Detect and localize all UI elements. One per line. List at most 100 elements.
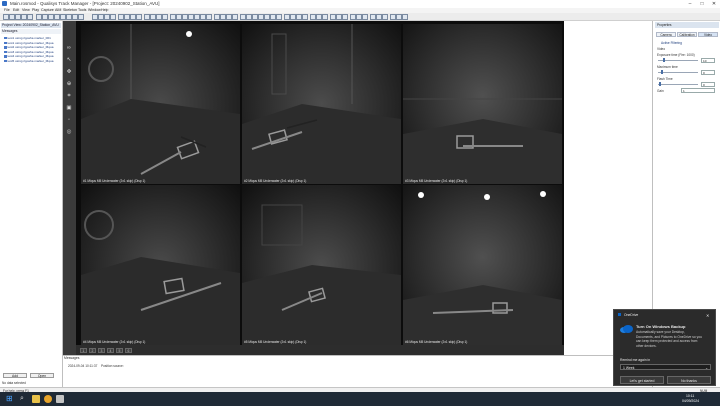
remind-label: Remind me again in bbox=[620, 358, 651, 362]
cloud-icon bbox=[620, 325, 633, 333]
search-icon[interactable]: ⌕ bbox=[20, 395, 28, 403]
toolbar-icon[interactable] bbox=[136, 14, 142, 20]
camera-view-1[interactable]: #1 Miqus M5 Underwater (2x1 skip) (Disp … bbox=[81, 24, 240, 184]
file-item[interactable]: test5 using rigosha marker_Mqua bbox=[4, 59, 62, 64]
lets-get-started-button[interactable]: Let's get started bbox=[620, 376, 664, 384]
page-bar: 1 2 3 4 5 6 bbox=[76, 345, 564, 355]
no-thanks-button[interactable]: No thanks bbox=[667, 376, 711, 384]
close-button[interactable]: ✕ bbox=[708, 0, 720, 8]
camera-image bbox=[81, 24, 240, 184]
toolbar-icon[interactable] bbox=[27, 14, 33, 20]
remind-select[interactable]: 1 Week ⌄ bbox=[620, 364, 711, 370]
tab-calibration[interactable]: Calibration bbox=[677, 32, 697, 37]
taskbar: ⊞ ⌕ 10:11 04/09/2024 bbox=[0, 392, 720, 406]
toolbar-icon[interactable] bbox=[322, 14, 328, 20]
camera-view-3[interactable]: #3 Miqus M5 Underwater (2x1 skip) (Disp … bbox=[403, 24, 562, 184]
clock-time: 10:11 bbox=[686, 394, 695, 398]
exposure-slider-handle[interactable] bbox=[663, 58, 665, 62]
flash-time-slider-handle[interactable] bbox=[659, 82, 661, 86]
toolbar-icon[interactable] bbox=[302, 14, 308, 20]
zoom-icon[interactable]: ⊕ bbox=[66, 81, 72, 87]
popup-body: Automatically save your Desktop, Documen… bbox=[636, 330, 702, 348]
marker-icon[interactable]: ◦ bbox=[66, 117, 72, 123]
maximum-time-slider[interactable] bbox=[658, 72, 698, 73]
gain-label: Gain bbox=[657, 89, 664, 93]
video-section-label: Video bbox=[657, 47, 666, 51]
pointer-icon[interactable]: ↖ bbox=[66, 57, 72, 63]
file-icon bbox=[4, 41, 7, 45]
chrome-icon[interactable] bbox=[44, 395, 52, 403]
maximize-button[interactable]: □ bbox=[696, 0, 708, 8]
window-title: Main.rosmod - Qualisys Track Manager - [… bbox=[10, 1, 160, 6]
toolbar-icon[interactable] bbox=[162, 14, 168, 20]
toolbar bbox=[0, 13, 720, 21]
clock-date: 04/09/2024 bbox=[682, 399, 699, 403]
page-3-button[interactable]: 3 bbox=[98, 348, 105, 353]
open-button[interactable]: Open bbox=[30, 373, 54, 378]
camera-label: #1 Miqus M5 Underwater (2x1 skip) (Disp … bbox=[83, 179, 146, 183]
maximum-time-label: Maximum time bbox=[657, 65, 678, 69]
camera-view-4[interactable]: #4 Miqus M5 Underwater (2x1 skip) (Disp … bbox=[81, 185, 240, 345]
windows-start-icon[interactable]: ⊞ bbox=[6, 395, 14, 403]
link-icon[interactable]: ∞ bbox=[66, 45, 72, 51]
page-4-button[interactable]: 4 bbox=[107, 348, 114, 353]
camera-image bbox=[403, 185, 562, 345]
close-icon[interactable]: ✕ bbox=[706, 313, 709, 318]
file-icon bbox=[4, 59, 7, 63]
toolbar-icon[interactable] bbox=[276, 14, 282, 20]
toolbar-icon[interactable] bbox=[362, 14, 368, 20]
toolbar-icon[interactable] bbox=[78, 14, 84, 20]
toolbar-icon[interactable] bbox=[110, 14, 116, 20]
app-icon bbox=[2, 1, 7, 6]
file-icon bbox=[4, 55, 7, 58]
camera-label: #2 Miqus M5 Underwater (2x1 skip) (Disp … bbox=[244, 179, 307, 183]
add-button[interactable]: Add bbox=[3, 373, 27, 378]
camera-view-5[interactable]: #5 Miqus M5 Underwater (2x1 skip) (Disp … bbox=[242, 185, 401, 345]
target-icon[interactable]: ◎ bbox=[66, 129, 72, 135]
title-bar: Main.rosmod - Qualisys Track Manager - [… bbox=[0, 0, 720, 8]
messages-panel: Messages 2024-09-04 10:11:37 Position so… bbox=[63, 355, 613, 388]
toolbar-icon[interactable] bbox=[382, 14, 388, 20]
chevron-down-icon: ⌄ bbox=[705, 366, 708, 370]
page-1-button[interactable]: 1 bbox=[80, 348, 87, 353]
page-5-button[interactable]: 5 bbox=[116, 348, 123, 353]
exposure-input[interactable]: 10 bbox=[701, 58, 715, 63]
project-view-panel: Project View: 20240902_Station_AVU Messa… bbox=[0, 21, 63, 387]
messages-subheader: Messages bbox=[1, 29, 61, 34]
camera-image bbox=[403, 24, 562, 184]
toolbar-icon[interactable] bbox=[206, 14, 212, 20]
camera-view-2[interactable]: #2 Miqus M5 Underwater (2x1 skip) (Disp … bbox=[242, 24, 401, 184]
message-time: 2024-09-04 10:11:37 bbox=[68, 364, 98, 368]
selection-status: No data selected bbox=[2, 381, 26, 385]
toolbar-icon[interactable] bbox=[402, 14, 408, 20]
message-text: Position source: bbox=[101, 364, 124, 368]
crop-icon[interactable]: ⌗ bbox=[66, 93, 72, 99]
toolbar-icon[interactable] bbox=[232, 14, 238, 20]
active-filtering-link[interactable]: Active Filtering bbox=[661, 41, 682, 45]
camera-image bbox=[242, 185, 401, 345]
camera-label: #6 Miqus M5 Underwater (2x1 skip) (Disp … bbox=[405, 340, 468, 344]
camera-view-6[interactable]: #6 Miqus M5 Underwater (2x1 skip) (Disp … bbox=[403, 185, 562, 345]
file-explorer-icon[interactable] bbox=[32, 395, 40, 403]
tab-video[interactable]: Video bbox=[698, 32, 718, 37]
flash-time-input[interactable]: 0 bbox=[701, 82, 715, 87]
flash-time-slider[interactable] bbox=[658, 84, 698, 85]
page-6-button[interactable]: 6 bbox=[125, 348, 132, 353]
qtm-icon[interactable] bbox=[56, 395, 64, 403]
popup-app-name: OneDrive bbox=[624, 313, 639, 317]
gain-select[interactable]: 1 bbox=[681, 88, 715, 93]
flash-time-label: Flash Time bbox=[657, 77, 673, 81]
exposure-label: Exposure time (Fire: 1000) bbox=[657, 53, 695, 57]
onedrive-small-icon bbox=[618, 313, 621, 316]
frame-icon[interactable]: ▣ bbox=[66, 105, 72, 111]
messages-header: Messages bbox=[64, 356, 80, 360]
move-icon[interactable]: ✥ bbox=[66, 69, 72, 75]
maximum-time-slider-handle[interactable] bbox=[661, 70, 663, 74]
minimize-button[interactable]: – bbox=[684, 0, 696, 8]
camera-label: #5 Miqus M5 Underwater (2x1 skip) (Disp … bbox=[244, 340, 307, 344]
page-2-button[interactable]: 2 bbox=[89, 348, 96, 353]
maximum-time-input[interactable]: 0 bbox=[701, 70, 715, 75]
camera-image bbox=[242, 24, 401, 184]
toolbar-icon[interactable] bbox=[342, 14, 348, 20]
tab-camera[interactable]: Camera bbox=[656, 32, 676, 37]
